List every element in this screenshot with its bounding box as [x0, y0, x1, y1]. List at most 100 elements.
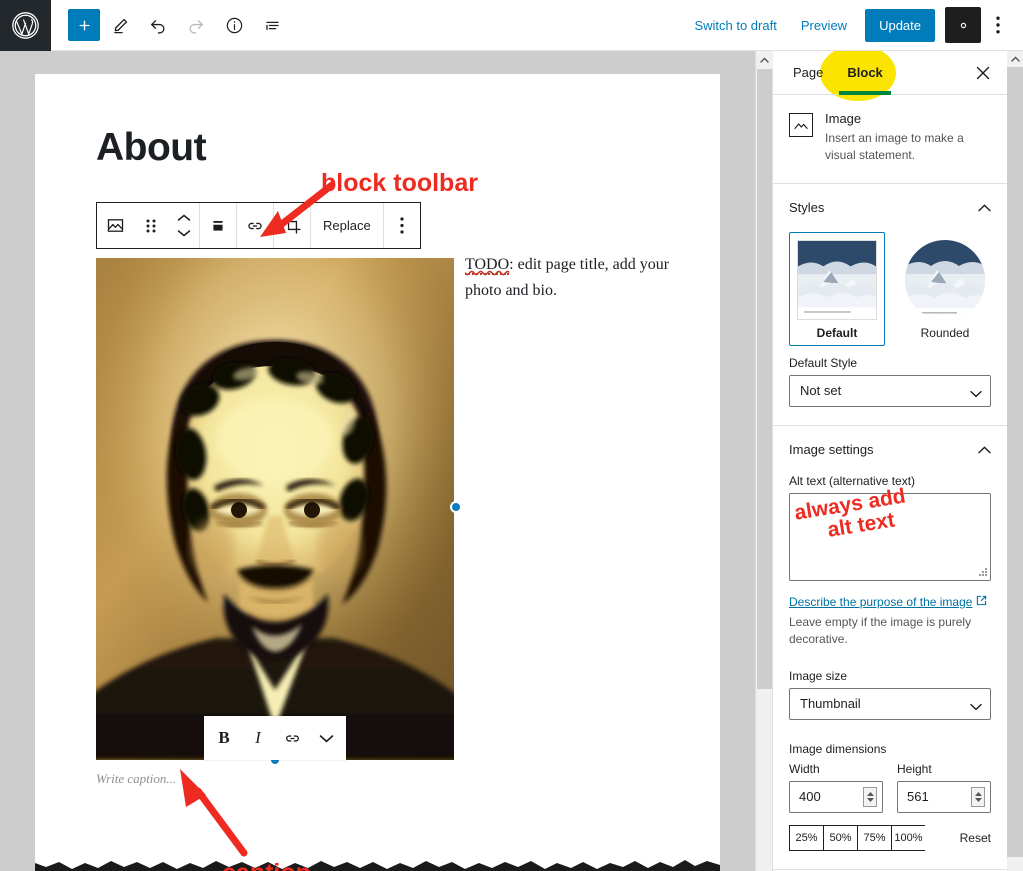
block-description: Insert an image to make a visual stateme… [825, 131, 964, 163]
chevron-up-down-icon[interactable] [169, 203, 199, 248]
todo-paragraph[interactable]: TODO: edit page title, add your photo an… [465, 252, 675, 303]
image-size-select-wrap: Thumbnail [789, 687, 991, 720]
alt-text-help-note: Leave empty if the image is purely decor… [789, 614, 972, 647]
image-dimensions-row: Width Height [789, 762, 991, 813]
preview-button[interactable]: Preview [789, 10, 859, 41]
kebab-menu-icon[interactable] [983, 7, 1013, 43]
default-style-select[interactable]: Not set [789, 374, 991, 407]
alt-text-wrap: always add alt text [789, 484, 991, 586]
height-input-wrap [897, 780, 991, 813]
caption-input[interactable]: Write caption... [96, 771, 176, 787]
edit-mode-button[interactable] [102, 7, 138, 43]
settings-sidebar: Page Block Image Insert an image to make… [772, 51, 1007, 871]
tab-page[interactable]: Page [781, 51, 835, 95]
link-icon[interactable] [237, 203, 273, 248]
style-thumbnail-rounded [905, 239, 985, 320]
editor-top-bar: Switch to draft Preview Update [0, 0, 1023, 51]
height-label: Height [897, 761, 932, 776]
default-style-select-wrap: Not set [789, 374, 991, 407]
height-stepper[interactable] [971, 786, 985, 807]
image-dimensions-label: Image dimensions [789, 741, 887, 756]
top-bar-actions: Switch to draft Preview Update [682, 7, 1023, 43]
annotation-caption: caption [222, 859, 311, 871]
crop-icon[interactable] [274, 203, 310, 248]
add-block-button[interactable] [68, 9, 100, 41]
style-option-default[interactable]: Default [789, 231, 885, 346]
block-info-card: Image Insert an image to make a visual s… [773, 95, 1007, 184]
reset-dimensions-button[interactable]: Reset [960, 831, 991, 845]
height-field-group: Height [897, 762, 991, 813]
window-scrollbar-bottom[interactable] [1007, 857, 1023, 871]
link-icon[interactable] [276, 718, 308, 758]
block-toolbar-group-block [97, 203, 200, 248]
style-label-default: Default [816, 325, 858, 340]
style-label-rounded: Rounded [920, 325, 970, 340]
tab-block[interactable]: Block [835, 51, 894, 95]
external-link-icon [976, 595, 987, 609]
scale-75-button[interactable]: 75% [857, 824, 891, 851]
scale-100-button[interactable]: 100% [891, 824, 925, 851]
textarea-resize-grip[interactable] [978, 564, 987, 582]
top-bar-tools [51, 7, 290, 43]
editor-scrollbar[interactable] [755, 51, 773, 871]
replace-button[interactable]: Replace [311, 203, 383, 248]
block-toolbar: Replace [96, 202, 421, 249]
image-icon[interactable] [97, 203, 133, 248]
chevron-down-icon[interactable] [310, 718, 342, 758]
align-icon[interactable] [200, 203, 236, 248]
editor-canvas: About Replace B I Write caption... TODO:… [0, 51, 755, 871]
window-scrollbar[interactable] [1007, 51, 1023, 871]
block-toolbar-group-crop [274, 203, 311, 248]
block-toolbar-group-more [384, 203, 420, 248]
redo-button[interactable] [178, 7, 214, 43]
styles-panel-title: Styles [789, 200, 825, 216]
styles-panel: Styles Default Rounded Default Style Not… [773, 184, 1007, 426]
scroll-up-arrow-icon[interactable] [1007, 51, 1023, 67]
editor-scrollbar-thumb[interactable] [757, 69, 772, 689]
block-toolbar-group-link [237, 203, 274, 248]
undo-button[interactable] [140, 7, 176, 43]
switch-to-draft-button[interactable]: Switch to draft [682, 10, 788, 41]
chevron-up-icon[interactable] [978, 199, 991, 217]
width-stepper[interactable] [863, 786, 877, 807]
block-title: Image [825, 111, 862, 126]
list-view-button[interactable] [254, 7, 290, 43]
image-icon [789, 113, 813, 137]
bold-button[interactable]: B [208, 718, 240, 758]
kebab-menu-icon[interactable] [384, 203, 420, 248]
chevron-up-icon[interactable] [978, 441, 991, 459]
scale-25-button[interactable]: 25% [789, 824, 823, 851]
scroll-up-arrow-icon[interactable] [756, 51, 773, 68]
alt-text-label: Alt text (alternative text) [789, 473, 916, 488]
style-options: Default Rounded [789, 231, 993, 346]
describe-image-link-text: Describe the purpose of the image [789, 594, 973, 609]
wordpress-logo-icon[interactable] [0, 0, 51, 51]
details-button[interactable] [216, 7, 252, 43]
width-label: Width [789, 761, 820, 776]
torn-page-edge [35, 860, 720, 871]
image-size-label: Image size [789, 668, 848, 683]
page-title[interactable]: About [96, 126, 207, 170]
width-input-wrap [789, 780, 883, 813]
rich-text-format-toolbar: B I [204, 716, 346, 760]
scale-50-button[interactable]: 50% [823, 824, 857, 851]
default-style-label: Default Style [789, 355, 858, 370]
image-block[interactable] [96, 258, 454, 760]
alt-text-input[interactable] [789, 492, 991, 581]
image-resize-handle-right[interactable] [450, 501, 462, 513]
image-size-select[interactable]: Thumbnail [789, 687, 991, 720]
describe-image-link[interactable]: Describe the purpose of the image [789, 595, 987, 609]
style-option-rounded[interactable]: Rounded [897, 232, 993, 346]
gear-icon[interactable] [945, 7, 981, 43]
style-thumbnail-default [797, 239, 877, 320]
close-icon[interactable] [967, 57, 999, 89]
update-button[interactable]: Update [865, 8, 935, 42]
image-settings-panel-body: Alt text (alternative text) always add a… [773, 474, 1007, 869]
width-field-group: Width [789, 762, 883, 813]
annotation-block-toolbar: block toolbar [321, 169, 478, 197]
image-settings-panel-header[interactable]: Image settings [773, 426, 1007, 474]
block-toolbar-group-replace: Replace [311, 203, 384, 248]
styles-panel-header[interactable]: Styles [773, 184, 1007, 232]
drag-dots-icon[interactable] [133, 203, 169, 248]
italic-button[interactable]: I [242, 718, 274, 758]
